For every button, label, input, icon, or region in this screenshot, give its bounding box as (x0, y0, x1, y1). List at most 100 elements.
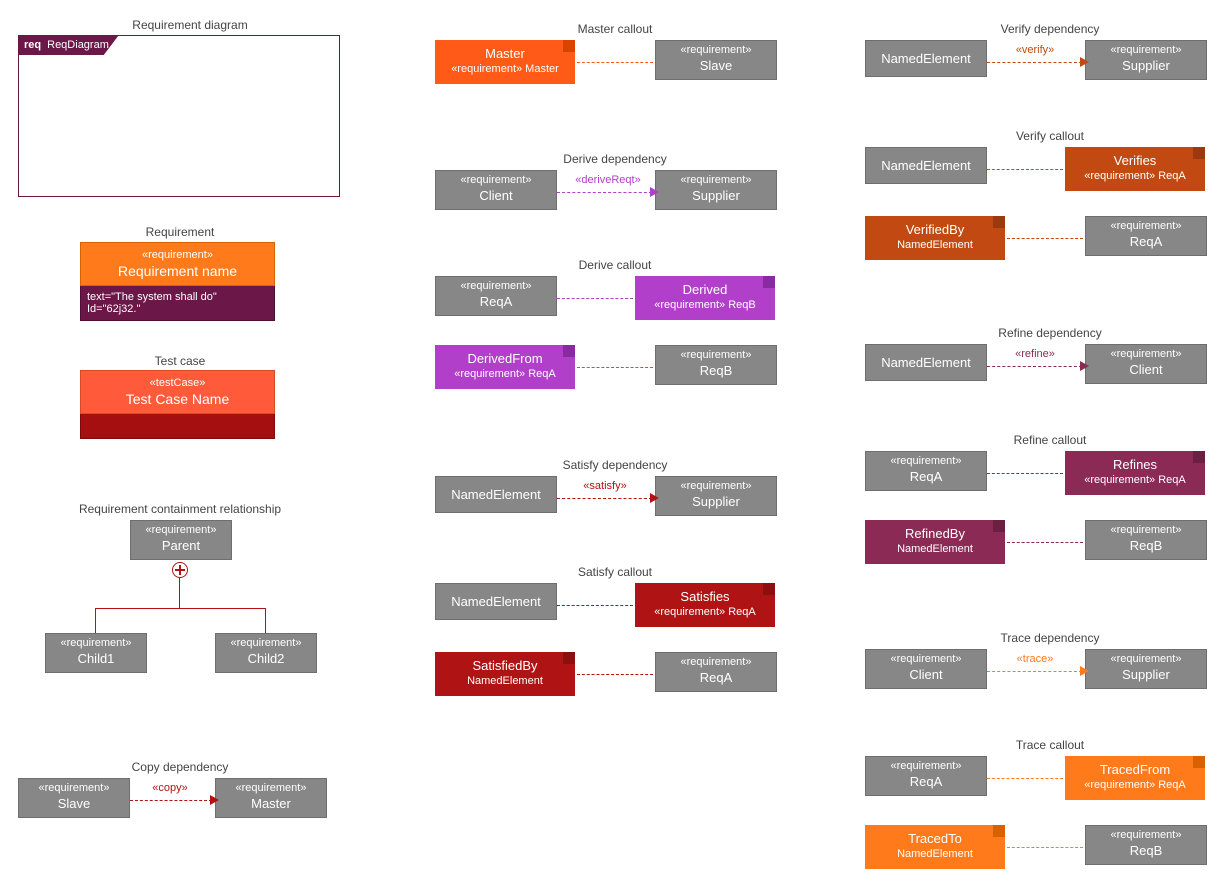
verify-supplier: «requirement» Supplier (1085, 40, 1207, 80)
refine-callout-r2-dash (1007, 542, 1083, 543)
refine-callout-r2-box-nm: ReqB (1086, 536, 1206, 559)
testcase-stereotype: «testCase» (85, 377, 270, 389)
verify-callout-r1-dash (987, 169, 1063, 170)
tree-v1 (179, 578, 180, 608)
testcase-shape: «testCase» Test Case Name (80, 370, 275, 439)
master-callout-note-head: Master (439, 46, 571, 61)
req-diagram-tab-name: ReqDiagram (47, 39, 109, 51)
requirement-slots: text="The system shall do" Id="62j32." (80, 286, 275, 321)
title-satisfy-dep: Satisfy dependency (550, 458, 680, 472)
verify-arrow-icon (1080, 57, 1089, 67)
refine-callout-r1-box-st: «requirement» (866, 452, 986, 467)
title-refine-dep: Refine dependency (985, 326, 1115, 340)
satisfy-callout-r1-box: NamedElement (435, 583, 557, 620)
containment-parent: «requirement» Parent (130, 520, 232, 560)
derive-callout-r2-box: «requirement» ReqB (655, 345, 777, 385)
master-callout-box-nm: Slave (656, 56, 776, 79)
trace-client: «requirement» Client (865, 649, 987, 689)
verify-callout-r1-note: Verifies«requirement» ReqA (1065, 147, 1205, 191)
copy-arrow-icon (210, 795, 219, 805)
tree-v3 (265, 608, 266, 633)
verify-callout-r2-box-nm: ReqA (1086, 232, 1206, 255)
refine-label: «refine» (1005, 348, 1065, 360)
refine-supplier: «requirement» Client (1085, 344, 1207, 384)
copy-master: «requirement» Master (215, 778, 327, 818)
containment-symbol (172, 562, 188, 578)
requirement-stereotype: «requirement» (85, 249, 270, 261)
satisfy-callout-r2-dash (577, 674, 653, 675)
verify-client: NamedElement (865, 40, 987, 77)
containment-child1-st: «requirement» (46, 634, 146, 649)
derive-callout-r2-box-st: «requirement» (656, 346, 776, 361)
refine-callout-r1-box: «requirement» ReqA (865, 451, 987, 491)
derive-callout-r1-box: «requirement» ReqA (435, 276, 557, 316)
containment-parent-st: «requirement» (131, 521, 231, 536)
derive-supplier: «requirement» Supplier (655, 170, 777, 210)
requirement-header: «requirement» Requirement name (80, 242, 275, 286)
trace-callout-r2-dash (1007, 847, 1083, 848)
derive-callout-r2-note-sub: «requirement» ReqA (439, 368, 571, 380)
verify-callout-r1-note-head: Verifies (1069, 153, 1201, 168)
trace-callout-r1-note-head: TracedFrom (1069, 762, 1201, 777)
containment-parent-nm: Parent (131, 536, 231, 559)
satisfy-supplier: «requirement» Supplier (655, 476, 777, 516)
copy-slave-nm: Slave (19, 794, 129, 817)
verify-supplier-nm: Supplier (1086, 56, 1206, 79)
trace-callout-r2-note-sub: NamedElement (869, 848, 1001, 860)
refine-callout-r2-note-sub: NamedElement (869, 543, 1001, 555)
satisfy-callout-r1-dash (557, 605, 633, 606)
satisfy-callout-r2-note: SatisfiedByNamedElement (435, 652, 575, 696)
derive-label: «deriveReqt» (568, 174, 648, 186)
refine-supplier-st: «requirement» (1086, 345, 1206, 360)
derive-client: «requirement» Client (435, 170, 557, 210)
satisfy-callout-r1-note-sub: «requirement» ReqA (639, 606, 771, 618)
req-diagram-tab: reqReqDiagram (18, 35, 119, 55)
refine-client-nm: NamedElement (866, 355, 986, 370)
satisfy-callout-r2-box-nm: ReqA (656, 668, 776, 691)
master-callout-note-sub: «requirement» Master (439, 63, 571, 75)
master-callout-box-st: «requirement» (656, 41, 776, 56)
title-verify-callout: Verify callout (995, 129, 1105, 143)
derive-callout-r1-note-sub: «requirement» ReqB (639, 299, 771, 311)
trace-callout-r2-box-nm: ReqB (1086, 841, 1206, 864)
tree-v2 (95, 608, 96, 633)
refine-callout-r2-note: RefinedBy NamedElement (865, 520, 1005, 564)
verify-supplier-st: «requirement» (1086, 41, 1206, 56)
title-requirement: Requirement (120, 225, 240, 239)
title-master-callout: Master callout (555, 22, 675, 36)
satisfy-callout-r1-box-nm: NamedElement (436, 594, 556, 609)
refine-client: NamedElement (865, 344, 987, 381)
satisfy-arrow-icon (650, 493, 659, 503)
refine-callout-r1-note-sub: «requirement» ReqA (1069, 474, 1201, 486)
containment-child2-st: «requirement» (216, 634, 316, 649)
requirement-text: text="The system shall do" (87, 291, 268, 303)
satisfy-callout-r2-box-st: «requirement» (656, 653, 776, 668)
trace-callout-r1-note: TracedFrom «requirement» ReqA (1065, 756, 1205, 800)
verify-callout-r2-note: VerifiedByNamedElement (865, 216, 1005, 260)
tree-h (95, 608, 265, 609)
title-derive-dep: Derive dependency (555, 152, 675, 166)
refine-callout-r2-note-head: RefinedBy (869, 526, 1001, 541)
verify-client-nm: NamedElement (866, 51, 986, 66)
diagram-canvas: Requirement diagram reqReqDiagram Requir… (0, 0, 1226, 889)
copy-label: «copy» (140, 782, 200, 794)
containment-child2-nm: Child2 (216, 649, 316, 672)
satisfy-callout-r1-note: Satisfies«requirement» ReqA (635, 583, 775, 627)
refine-callout-r1-note-head: Refines (1069, 457, 1201, 472)
derive-callout-r2-box-nm: ReqB (656, 361, 776, 384)
trace-client-st: «requirement» (866, 650, 986, 665)
master-callout-note: Master «requirement» Master (435, 40, 575, 84)
refine-arrow-icon (1080, 361, 1089, 371)
satisfy-supplier-nm: Supplier (656, 492, 776, 515)
refine-callout-r1-dash (987, 473, 1063, 474)
derive-supplier-st: «requirement» (656, 171, 776, 186)
copy-master-st: «requirement» (216, 779, 326, 794)
title-trace-callout: Trace callout (995, 738, 1105, 752)
copy-slave-st: «requirement» (19, 779, 129, 794)
derive-callout-r1-note-head: Derived (639, 282, 771, 297)
trace-callout-r1-note-sub: «requirement» ReqA (1069, 779, 1201, 791)
testcase-header: «testCase» Test Case Name (80, 370, 275, 414)
refine-supplier-nm: Client (1086, 360, 1206, 383)
testcase-name: Test Case Name (85, 391, 270, 407)
title-trace-dep: Trace dependency (985, 631, 1115, 645)
